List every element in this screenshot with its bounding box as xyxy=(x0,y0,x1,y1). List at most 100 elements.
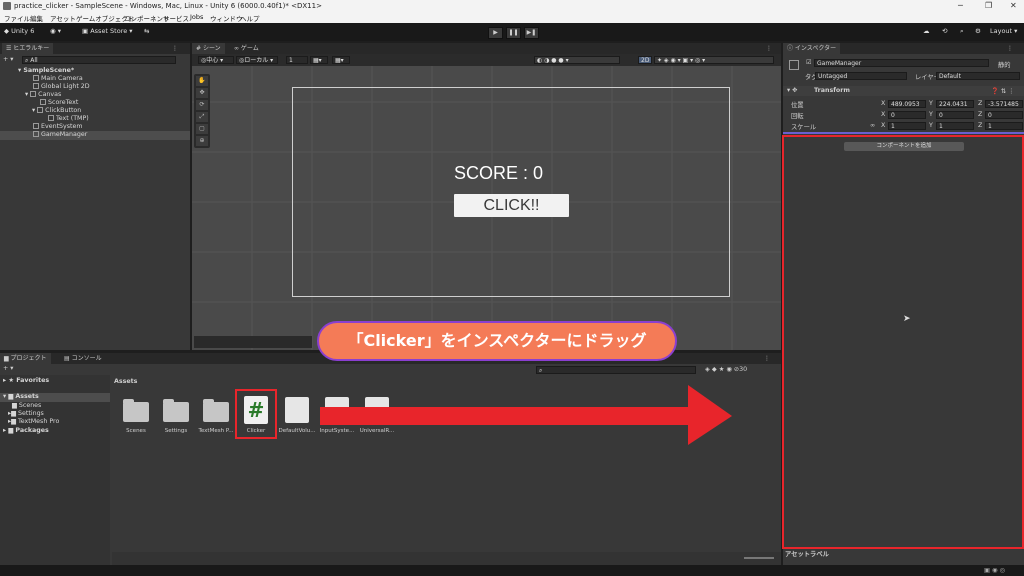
tab-project[interactable]: ▆ プロジェクト xyxy=(0,353,51,364)
scale-tool-icon[interactable]: ⤢ xyxy=(196,112,208,122)
scene-menu-icon[interactable]: ⋮ xyxy=(762,43,776,54)
draw-mode-buttons[interactable]: ◐ ◑ ● ● ▾ xyxy=(534,56,620,64)
unity-account-button[interactable]: ◆ Unity 6 xyxy=(4,26,34,37)
hierarchy-item[interactable]: ScoreText xyxy=(40,99,78,106)
maximize-icon[interactable]: ❐ xyxy=(985,1,992,10)
hierarchy-item[interactable]: ▾ Canvas xyxy=(25,91,61,98)
layer-dropdown[interactable]: Default xyxy=(936,72,1020,80)
grid-snap-dropdown[interactable]: ▦▾ xyxy=(310,56,328,64)
pause-button[interactable]: ❚❚ xyxy=(506,27,521,39)
rotation-z-field[interactable]: 0 xyxy=(985,111,1023,119)
click-button[interactable]: CLICK!! xyxy=(454,194,569,217)
scene-bottom-toolbar[interactable] xyxy=(194,336,312,348)
inspector-menu-icon[interactable]: ⋮ xyxy=(1003,43,1017,54)
tag-dropdown[interactable]: Untagged xyxy=(815,72,907,80)
minimize-icon[interactable]: ─ xyxy=(958,1,963,10)
hierarchy-item[interactable]: ▾ ClickButton xyxy=(32,107,81,114)
asset-store-button[interactable]: ▣ Asset Store ▾ xyxy=(82,26,133,37)
hierarchy-item[interactable]: Text (TMP) xyxy=(48,115,89,122)
tree-assets[interactable]: ▾ ▆ Assets xyxy=(3,393,39,400)
scene-view[interactable]: SCORE : 0 CLICK!! ✋ ✥ ⟳ ⤢ ▢ ⊕ xyxy=(192,66,781,350)
tree-textmeshpro[interactable]: ▸▆ TextMesh Pro xyxy=(8,418,59,425)
rotate-tool-icon[interactable]: ⟳ xyxy=(196,100,208,110)
folder-icon[interactable] xyxy=(163,399,189,422)
layout-dropdown[interactable]: Layout ▾ xyxy=(990,26,1017,37)
tab-console[interactable]: ▤ コンソール xyxy=(60,353,106,364)
gizmo-buttons[interactable]: ✦ ◈ ◉ ▾ ▣ ▾ ◎ ▾ xyxy=(654,56,774,64)
object-name-field[interactable]: GameManager xyxy=(814,59,989,67)
volume-profile-icon[interactable] xyxy=(285,397,309,423)
position-z-field[interactable]: -3.571485 xyxy=(985,100,1023,108)
hand-tool-icon[interactable]: ✋ xyxy=(196,76,208,86)
tab-scene[interactable]: # シーン xyxy=(192,43,225,54)
hierarchy-item[interactable]: EventSystem xyxy=(33,123,83,130)
scale-z-field[interactable]: 1 xyxy=(985,122,1023,130)
tab-game[interactable]: ∞ ゲーム xyxy=(230,43,263,54)
tree-label: Packages xyxy=(15,427,49,434)
menu-window[interactable]: ウィンドウ xyxy=(210,13,243,23)
hierarchy-item-scene[interactable]: ▾ SampleScene* xyxy=(18,67,74,74)
rotation-y-field[interactable]: 0 xyxy=(936,111,974,119)
clicker-highlight-box xyxy=(235,389,277,439)
cloud-icon[interactable]: ☁ xyxy=(923,26,930,37)
menu-jobs[interactable]: Jobs xyxy=(190,13,203,21)
play-button[interactable]: ▶ xyxy=(488,27,503,39)
menu-assets[interactable]: アセット xyxy=(50,13,76,23)
menu-help[interactable]: ヘルプ xyxy=(240,13,260,23)
scale-y-field[interactable]: 1 xyxy=(936,122,974,130)
rect-tool-icon[interactable]: ▢ xyxy=(196,124,208,134)
add-object-button[interactable]: + ▾ xyxy=(3,56,13,63)
menu-file[interactable]: ファイル xyxy=(4,13,30,23)
position-x-field[interactable]: 489.0953 xyxy=(888,100,926,108)
transform-tool-icon[interactable]: ⊕ xyxy=(196,136,208,146)
hierarchy-item-selected[interactable]: GameManager xyxy=(33,131,87,138)
account-icon[interactable]: ◉ ▾ xyxy=(50,26,61,37)
grid-size-field[interactable]: 1 xyxy=(286,56,308,64)
transform-header[interactable]: ▾ ✥ Transform ❓ ⇅ ⋮ xyxy=(783,86,1024,96)
main-toolbar: ◆ Unity 6 ◉ ▾ ▣ Asset Store ▾ ⇆ ▶ ❚❚ ▶❚ … xyxy=(0,23,1024,41)
settings-icon[interactable]: ⚙ xyxy=(975,26,981,37)
close-icon[interactable]: ✕ xyxy=(1010,1,1017,10)
static-toggle[interactable]: 静的 xyxy=(998,60,1011,69)
folder-icon[interactable] xyxy=(203,399,229,422)
menu-services[interactable]: サービス xyxy=(163,13,189,23)
snap-dropdown[interactable]: ▦▾ xyxy=(332,56,350,64)
position-y-field[interactable]: 224.0431 xyxy=(936,100,974,108)
tree-settings[interactable]: ▸▆ Settings xyxy=(8,410,44,417)
active-checkbox[interactable]: ☑ xyxy=(806,59,812,66)
tree-scenes[interactable]: ▆ Scenes xyxy=(12,402,41,409)
tree-assets-selected[interactable]: ▾ ▆ Assets xyxy=(0,393,110,402)
scale-x-field[interactable]: 1 xyxy=(888,122,926,130)
hierarchy-menu-icon[interactable]: ⋮ xyxy=(168,43,182,54)
search-icon[interactable]: ⌕ xyxy=(960,26,964,37)
tab-hierarchy[interactable]: ☰ ヒエラルキー xyxy=(2,43,54,54)
tree-packages[interactable]: ▸ ▆ Packages xyxy=(3,427,49,434)
transform-menu-icons[interactable]: ❓ ⇅ ⋮ xyxy=(991,87,1014,95)
collab-icon[interactable]: ⇆ xyxy=(144,26,149,37)
rotation-x-field[interactable]: 0 xyxy=(888,111,926,119)
icon-size-slider[interactable] xyxy=(744,557,774,559)
hierarchy-search-input[interactable]: ⌕ All xyxy=(22,56,176,64)
history-icon[interactable]: ⟲ xyxy=(942,26,947,37)
tree-favorites[interactable]: ▸ ★ Favorites xyxy=(3,377,49,384)
space-dropdown[interactable]: ◎ローカル ▾ xyxy=(236,56,278,64)
project-add-button[interactable]: + ▾ xyxy=(3,365,13,372)
hierarchy-item[interactable]: Main Camera xyxy=(33,75,83,82)
hierarchy-item[interactable]: Global Light 2D xyxy=(33,83,90,90)
step-button[interactable]: ▶❚ xyxy=(524,27,539,39)
tab-inspector[interactable]: ⓘ インスペクター xyxy=(783,43,841,54)
project-breadcrumb[interactable]: Assets xyxy=(114,378,137,385)
status-icons[interactable]: ▣ ◉ ◎ xyxy=(984,567,1005,574)
project-menu-icon[interactable]: ⋮ xyxy=(760,353,774,364)
menu-edit[interactable]: 編集 xyxy=(30,13,43,23)
project-search-input[interactable]: ⌕ xyxy=(536,366,696,374)
pivot-dropdown[interactable]: ◎中心 ▾ xyxy=(198,56,234,64)
project-filter-icons[interactable]: ◈ ◆ ★ ◉ ⊘30 xyxy=(705,366,747,373)
score-text[interactable]: SCORE : 0 xyxy=(454,163,543,184)
folder-icon[interactable] xyxy=(123,399,149,422)
2d-toggle[interactable]: 2D xyxy=(638,56,652,64)
move-tool-icon[interactable]: ✥ xyxy=(196,88,208,98)
asset-label: Scenes xyxy=(126,428,146,434)
hierarchy-selected-row[interactable]: GameManager xyxy=(0,131,190,140)
constrain-scale-icon[interactable]: ∞ xyxy=(870,122,875,129)
